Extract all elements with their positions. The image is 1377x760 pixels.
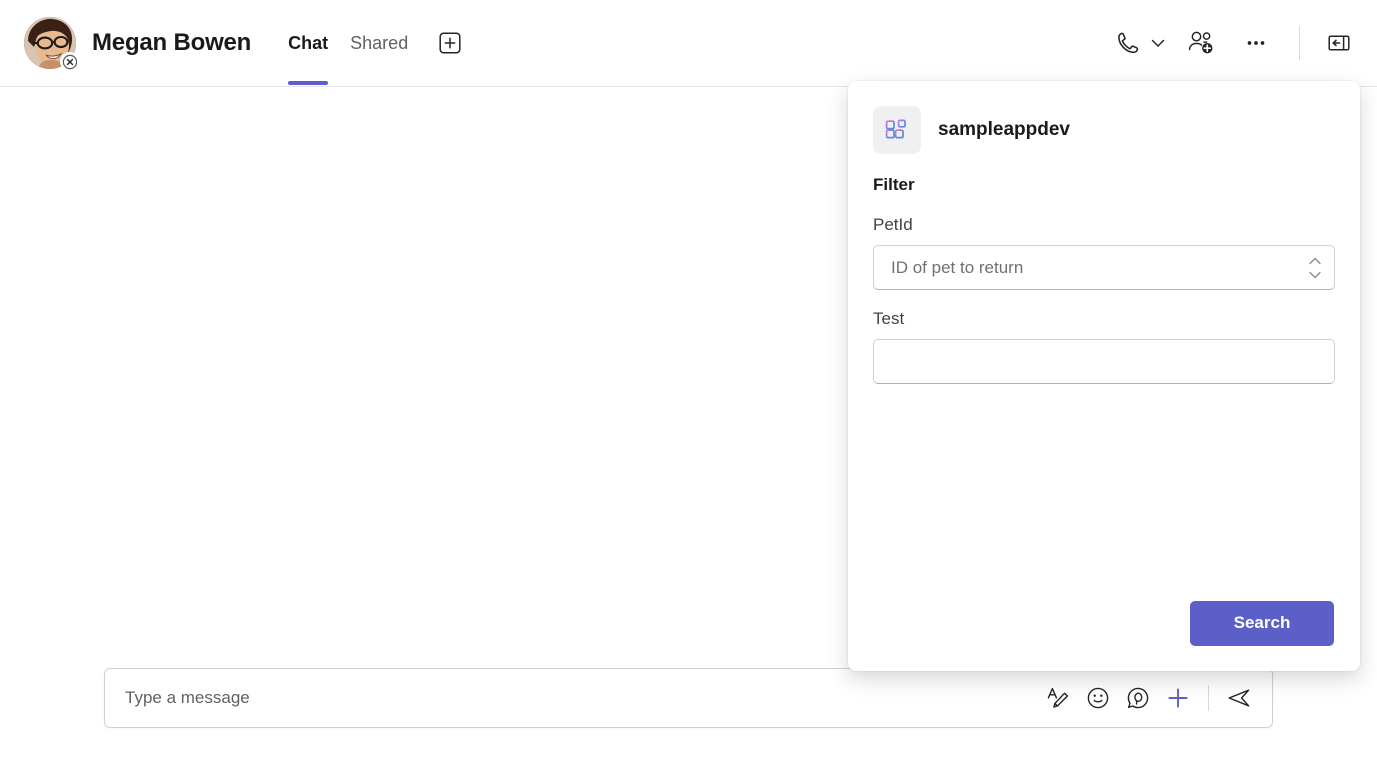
- dialog-header: sampleappdev: [848, 81, 1360, 154]
- field-test: Test: [873, 309, 1335, 384]
- expand-panel-icon[interactable]: [1322, 26, 1356, 60]
- dialog-footer: Search: [848, 575, 1360, 671]
- format-text-icon[interactable]: [1038, 678, 1078, 718]
- search-button[interactable]: Search: [1190, 601, 1334, 646]
- stepper-up-icon[interactable]: [1307, 255, 1323, 266]
- petid-input[interactable]: [873, 245, 1335, 290]
- app-name: sampleappdev: [938, 119, 1070, 141]
- add-tab-icon[interactable]: [434, 27, 466, 59]
- emoji-icon[interactable]: [1078, 678, 1118, 718]
- blocked-status-icon: [60, 52, 79, 71]
- page-title: Megan Bowen: [92, 29, 251, 57]
- message-compose-box: [104, 668, 1273, 728]
- chat-tabs: Chat Shared: [277, 0, 466, 87]
- teams-chat-window: Megan Bowen Chat Shared: [0, 0, 1377, 760]
- avatar[interactable]: [24, 17, 76, 69]
- send-icon[interactable]: [1219, 678, 1259, 718]
- stepper-down-icon[interactable]: [1307, 269, 1323, 280]
- field-petid-label: PetId: [873, 215, 1335, 235]
- task-module-dialog: sampleappdev Filter PetId: [848, 81, 1360, 671]
- filter-heading: Filter: [873, 175, 1335, 195]
- add-people-icon[interactable]: [1183, 26, 1219, 60]
- add-attachment-icon[interactable]: [1158, 678, 1198, 718]
- sticker-icon[interactable]: [1118, 678, 1158, 718]
- field-petid-wrap: [873, 245, 1335, 290]
- apps-grid-icon: [873, 106, 921, 154]
- test-input[interactable]: [873, 339, 1335, 384]
- field-test-label: Test: [873, 309, 1335, 329]
- field-petid: PetId: [873, 215, 1335, 290]
- tab-shared[interactable]: Shared: [339, 0, 419, 87]
- header-actions: [1111, 0, 1377, 87]
- tab-shared-label: Shared: [350, 33, 408, 54]
- field-test-wrap: [873, 339, 1335, 384]
- message-input[interactable]: [105, 687, 1038, 709]
- more-options-icon[interactable]: [1239, 26, 1273, 60]
- compose-tools: [1038, 678, 1272, 718]
- petid-stepper: [1307, 255, 1323, 280]
- chat-header: Megan Bowen Chat Shared: [0, 0, 1377, 87]
- tab-chat[interactable]: Chat: [277, 0, 339, 87]
- header-divider: [1299, 26, 1300, 60]
- chevron-down-icon[interactable]: [1145, 26, 1171, 60]
- compose-divider: [1208, 685, 1209, 711]
- dialog-body: Filter PetId: [848, 154, 1360, 384]
- call-icon[interactable]: [1111, 26, 1145, 60]
- tab-chat-label: Chat: [288, 33, 328, 54]
